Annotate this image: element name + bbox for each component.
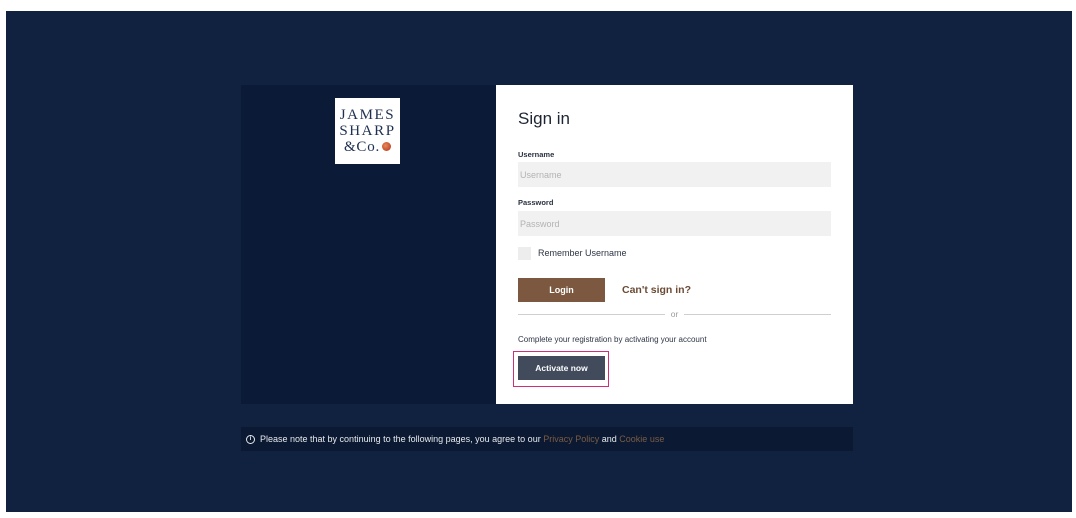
notice-text: Please note that by continuing to the fo…: [260, 434, 541, 444]
login-button[interactable]: Login: [518, 278, 605, 302]
remember-username-checkbox[interactable]: [518, 246, 531, 260]
legal-notice-bar: i Please note that by continuing to the …: [241, 427, 853, 451]
activate-now-button[interactable]: Activate now: [518, 356, 605, 380]
login-card: Sign in Username Password Remember Usern…: [496, 85, 853, 404]
logo-text-line3: &Co.: [335, 139, 400, 155]
logo-ampersand-co: &Co.: [343, 139, 381, 155]
password-label: Password: [518, 198, 554, 207]
cookie-use-link[interactable]: Cookie use: [619, 434, 664, 444]
remember-username-label: Remember Username: [538, 248, 627, 258]
cant-sign-in-link[interactable]: Can't sign in?: [622, 284, 691, 296]
company-logo: JAMES SHARP &Co.: [335, 98, 400, 164]
activate-message: Complete your registration by activating…: [518, 335, 707, 344]
remember-username-row[interactable]: Remember Username: [518, 246, 627, 260]
username-input[interactable]: [518, 162, 831, 187]
info-circle-icon: i: [246, 434, 255, 444]
logo-dot-icon: [382, 142, 392, 151]
notice-and: and: [601, 434, 617, 444]
or-divider: or: [518, 309, 831, 319]
page-title: Sign in: [518, 109, 570, 128]
privacy-policy-link[interactable]: Privacy Policy: [543, 434, 599, 444]
logo-text-line1: JAMES: [339, 107, 396, 123]
divider-line-right: [684, 313, 831, 315]
password-input[interactable]: [518, 211, 831, 236]
divider-line-left: [518, 313, 665, 315]
username-label: Username: [518, 150, 555, 159]
or-label: or: [670, 309, 679, 319]
logo-text-line2: SHARP: [339, 123, 396, 139]
